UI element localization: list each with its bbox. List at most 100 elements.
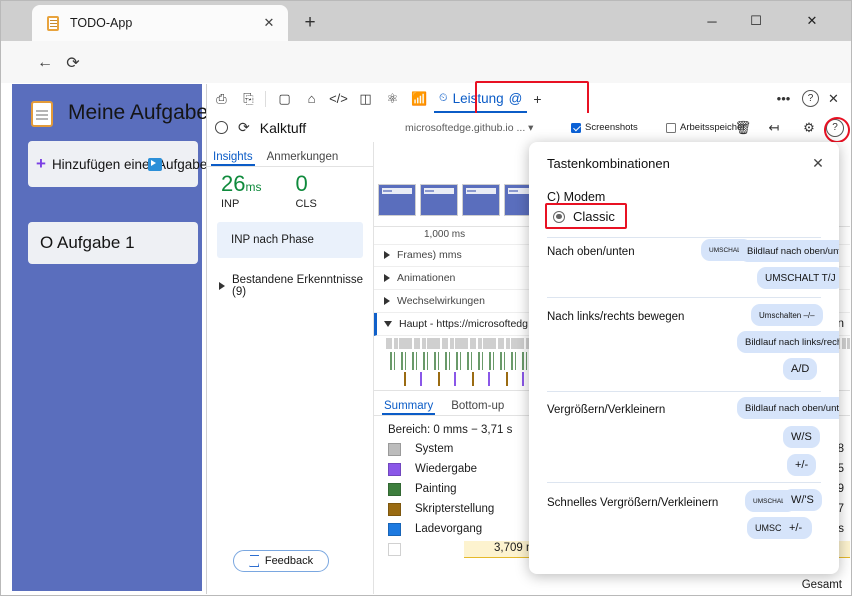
mode-radio-classic[interactable]: Classic (547, 206, 621, 227)
reload-and-record-icon[interactable]: ⟳ (238, 119, 250, 136)
tab-leistung-badge: @ (508, 91, 523, 106)
metric-cls-label: CLS (295, 198, 317, 210)
trash-icon[interactable]: 🗑 (732, 117, 754, 139)
help-icon[interactable]: ? (826, 118, 844, 137)
gear-icon[interactable]: ⚙ (798, 117, 820, 139)
chevron-right-icon (384, 251, 390, 259)
key-badge: UMSCHALT T/J (757, 267, 839, 289)
window-maximize-button[interactable]: ☐ (737, 7, 775, 35)
screenshots-label: Screenshots (585, 122, 638, 133)
add-task-button[interactable]: + Hinzufügen einer Aufgabe (28, 141, 207, 187)
elements-icon[interactable]: </> (326, 86, 351, 111)
filmstrip-frame[interactable] (462, 184, 500, 216)
category-name: Ladevorgang (415, 523, 483, 535)
metric-inp: 26ms INP (221, 171, 262, 211)
more-tools-icon[interactable]: ••• (771, 86, 796, 111)
dialog-title: Tastenkombinationen (547, 156, 670, 171)
filmstrip-frame[interactable] (420, 184, 458, 216)
key-badge: W/S (783, 426, 820, 448)
category-name: Painting (415, 483, 457, 495)
metrics-row: 26ms INP 0 CLS (207, 167, 373, 211)
browser-window: TODO-App ✕ + ─ ☐ ✕ ← ⟳ https://microsoft… (0, 0, 852, 596)
mode-label: C) Modem (547, 190, 606, 204)
track-label: Animationen (397, 272, 456, 284)
shortcut-label-fast-zoom: Schnelles Vergrößern/Verkleinern (547, 497, 719, 509)
record-icon[interactable] (215, 121, 228, 134)
tab-summary[interactable]: Summary (381, 400, 436, 415)
filmstrip-frame[interactable] (378, 184, 416, 216)
close-icon[interactable]: ✕ (258, 12, 280, 34)
inp-by-phase-card[interactable]: INP nach Phase (217, 222, 363, 258)
chevron-right-icon (219, 282, 225, 290)
shortcut-label-up-down: Nach oben/unten (547, 246, 635, 258)
insights-sidebar: Insights Anmerkungen 26ms INP 0 CLS INP … (207, 142, 374, 594)
inspect-icon[interactable]: ⎙ (209, 86, 234, 111)
debug-icon[interactable]: ⚛ (380, 86, 405, 111)
screenshots-checkbox[interactable]: Screenshots (571, 122, 638, 133)
checkbox-icon (666, 122, 676, 133)
chevron-down-icon (384, 321, 392, 327)
flask-icon (249, 555, 260, 567)
key-badge: Umschalten –/– (751, 304, 823, 326)
tab-anmerkungen[interactable]: Anmerkungen (267, 151, 339, 166)
key-badge: +/- (787, 454, 817, 476)
feedback-label: Feedback (264, 555, 314, 567)
color-swatch (388, 482, 401, 496)
tab-title: TODO-App (70, 16, 133, 30)
divider (547, 297, 821, 298)
window-close-button[interactable]: ✕ (793, 7, 831, 35)
close-devtools-icon[interactable]: ✕ (821, 86, 846, 111)
track-label: Haupt - https://microsoftedg (399, 318, 528, 330)
task-label: O Aufgabe 1 (40, 233, 135, 252)
console-icon[interactable]: ◫ (353, 86, 378, 111)
todo-header: Meine Aufgaben (30, 98, 220, 128)
radio-selected-icon (553, 210, 565, 223)
passed-insights-row[interactable]: Bestandene Erkenntnisse (9) (219, 274, 373, 298)
list-item[interactable]: O Aufgabe 1 (28, 222, 198, 264)
panel-icon[interactable]: ▢ (272, 86, 297, 111)
metric-inp-label: INP (221, 198, 240, 210)
devtools-tabbar-right: ••• ? ✕ (769, 84, 846, 113)
feedback-button[interactable]: Feedback (233, 550, 329, 572)
key-badge: A/D (783, 358, 818, 380)
key-badge: Bildlauf nach oben/unten (739, 240, 839, 262)
home-icon[interactable]: ⌂ (299, 86, 324, 111)
reload-icon[interactable]: ⟳ (59, 49, 87, 77)
window-minimize-button[interactable]: ─ (693, 7, 731, 35)
metric-inp-value: 26ms (221, 171, 262, 196)
add-panel-button[interactable]: + (533, 91, 541, 107)
devtools-tab-bar: ⎙ ⎘ ▢ ⌂ </> ◫ ⚛ 📶 ⏲ Leistung @ + ••• ? ✕ (207, 84, 850, 114)
shortcuts-dialog: Tastenkombinationen ✕ C) Modem Classic N… (529, 142, 839, 574)
help-icon[interactable]: ? (802, 90, 819, 107)
color-swatch (388, 442, 401, 456)
close-icon[interactable]: ✕ (807, 152, 829, 174)
import-export-icon[interactable]: ↤ (763, 117, 785, 139)
network-icon[interactable]: 📶 (407, 86, 432, 111)
todo-app-panel: Meine Aufgaben + Hinzufügen einer Aufgab… (12, 84, 220, 591)
tab-insights[interactable]: Insights (211, 151, 255, 166)
tab-bottom-up[interactable]: Bottom-up (451, 400, 504, 415)
navigation-bar: ← ⟳ https://microsoftedge.github.io/Demo… (1, 41, 851, 116)
chevron-right-icon (384, 274, 390, 282)
color-swatch (388, 502, 401, 516)
passed-insights-label: Bestandene Erkenntnisse (9) (232, 274, 364, 298)
tab-leistung-label: Leistung (452, 91, 504, 106)
color-swatch (388, 542, 401, 556)
origin-selector[interactable]: microsoftedge.github.io ... ▾ (405, 122, 533, 134)
track-label: Frames) mms (397, 249, 462, 261)
chevron-down-icon: ▾ (528, 121, 534, 134)
checkbox-checked-icon (571, 122, 581, 133)
plus-icon: + (36, 154, 46, 173)
insights-tabs: Insights Anmerkungen (207, 142, 373, 167)
metric-cls: 0 CLS (295, 173, 317, 211)
new-tab-button[interactable]: + (297, 10, 323, 36)
color-swatch (388, 522, 401, 536)
tab-leistung[interactable]: ⏲ Leistung @ (432, 84, 529, 113)
device-toolbar-icon[interactable]: ⎘ (236, 86, 261, 111)
clipboard-icon (30, 98, 56, 128)
browser-tab[interactable]: TODO-App ✕ (32, 5, 288, 41)
add-task-label: Hinzufügen einer Aufgabe (51, 156, 208, 172)
back-icon[interactable]: ← (31, 49, 59, 77)
category-name: Wiedergabe (415, 463, 478, 475)
recording-label: Kalktuff (259, 119, 307, 136)
